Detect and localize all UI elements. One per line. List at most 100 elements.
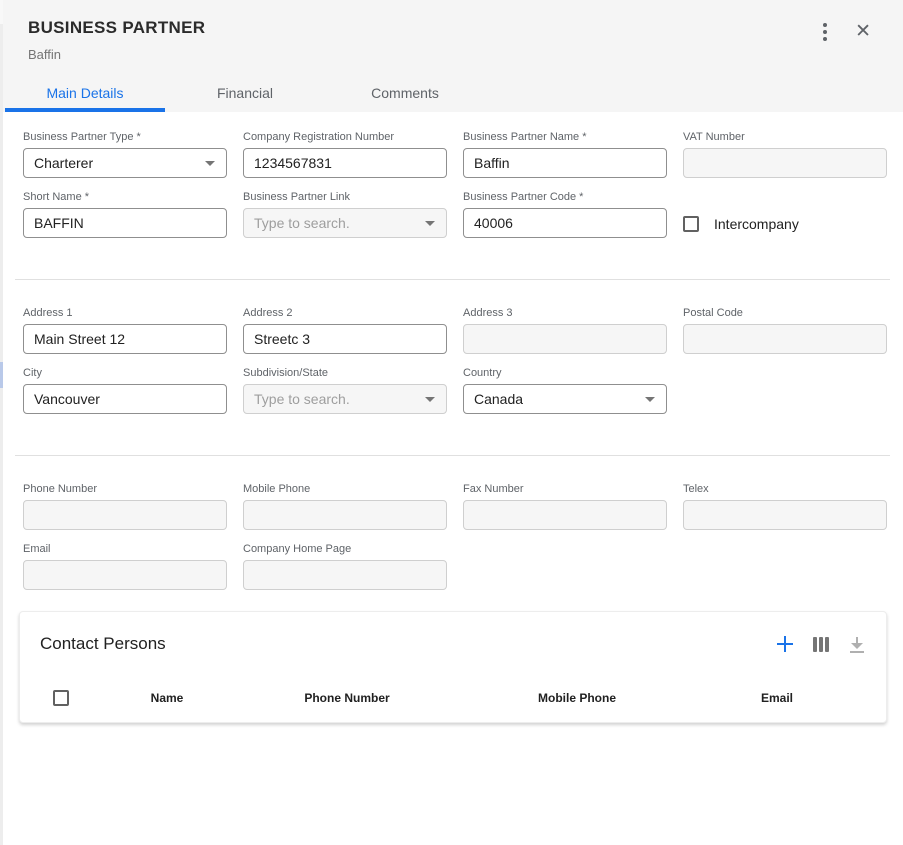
field-fax-number: Fax Number	[463, 483, 667, 530]
postal-code-input[interactable]	[683, 324, 887, 354]
contact-persons-table-header: Name Phone Number Mobile Phone Email	[40, 690, 866, 706]
tab-financial[interactable]: Financial	[165, 74, 325, 112]
field-label: Company Registration Number	[243, 131, 447, 143]
field-country: Country Canada	[463, 367, 667, 414]
export-button[interactable]	[848, 635, 866, 653]
business-partner-dialog: BUSINESS PARTNER Baffin ✕ Main Details F…	[3, 0, 903, 845]
field-business-partner-code: Business Partner Code *	[463, 191, 667, 238]
field-label: City	[23, 367, 227, 379]
intercompany-label[interactable]: Intercompany	[714, 216, 799, 232]
field-label: Fax Number	[463, 483, 667, 495]
company-home-page-input[interactable]	[243, 560, 447, 590]
plus-icon	[776, 635, 794, 653]
columns-icon	[813, 637, 829, 652]
background-page-selected-row-fragment	[0, 362, 3, 388]
vat-number-input[interactable]	[683, 148, 887, 178]
field-subdivision-state: Subdivision/State Type to search.	[243, 367, 447, 414]
field-label: VAT Number	[683, 131, 887, 143]
field-label: Business Partner Link	[243, 191, 447, 203]
field-label: Short Name *	[23, 191, 227, 203]
field-label: Address 2	[243, 307, 447, 319]
select-value: Canada	[474, 391, 523, 407]
fax-number-input[interactable]	[463, 500, 667, 530]
chevron-down-icon	[425, 397, 435, 402]
field-address-2: Address 2	[243, 307, 447, 354]
select-placeholder: Type to search.	[254, 215, 350, 231]
kebab-menu-icon	[823, 23, 827, 41]
mobile-phone-input[interactable]	[243, 500, 447, 530]
dialog-subtitle: Baffin	[28, 47, 879, 62]
phone-number-input[interactable]	[23, 500, 227, 530]
business-partner-name-input[interactable]	[463, 148, 667, 178]
close-button[interactable]: ✕	[855, 22, 871, 41]
dialog-title: BUSINESS PARTNER	[28, 18, 879, 38]
field-label: Postal Code	[683, 307, 887, 319]
dialog-header: BUSINESS PARTNER Baffin ✕ Main Details F…	[3, 0, 903, 112]
column-settings-button[interactable]	[813, 637, 829, 652]
add-contact-button[interactable]	[776, 635, 794, 653]
field-mobile-phone: Mobile Phone	[243, 483, 447, 530]
short-name-input[interactable]	[23, 208, 227, 238]
business-partner-code-input[interactable]	[463, 208, 667, 238]
background-page-edge	[0, 0, 3, 845]
field-intercompany: Intercompany	[683, 216, 887, 232]
field-email: Email	[23, 543, 227, 590]
field-label: Business Partner Code *	[463, 191, 667, 203]
select-all-checkbox[interactable]	[53, 690, 69, 706]
select-value: Charterer	[34, 155, 93, 171]
field-label: Telex	[683, 483, 887, 495]
tab-bar: Main Details Financial Comments	[5, 74, 485, 112]
field-business-partner-name: Business Partner Name *	[463, 131, 667, 178]
more-options-button[interactable]	[823, 23, 827, 41]
country-select[interactable]: Canada	[463, 384, 667, 414]
field-label: Subdivision/State	[243, 367, 447, 379]
address-2-input[interactable]	[243, 324, 447, 354]
business-partner-link-select[interactable]: Type to search.	[243, 208, 447, 238]
field-city: City	[23, 367, 227, 414]
address-1-input[interactable]	[23, 324, 227, 354]
field-vat-number: VAT Number	[683, 131, 887, 178]
background-page-fragment	[0, 0, 3, 24]
subdivision-state-select[interactable]: Type to search.	[243, 384, 447, 414]
chevron-down-icon	[425, 221, 435, 226]
select-placeholder: Type to search.	[254, 391, 350, 407]
address-section: Address 1 Address 2 Address 3 Postal Cod…	[3, 307, 903, 414]
field-address-3: Address 3	[463, 307, 667, 354]
field-business-partner-type: Business Partner Type * Charterer	[23, 131, 227, 178]
field-postal-code: Postal Code	[683, 307, 887, 354]
field-address-1: Address 1	[23, 307, 227, 354]
intercompany-checkbox[interactable]	[683, 216, 699, 232]
contact-persons-card: Contact Persons Name Phone Num	[19, 611, 887, 723]
field-label: Phone Number	[23, 483, 227, 495]
close-icon: ✕	[855, 22, 871, 41]
field-label: Business Partner Type *	[23, 131, 227, 143]
address-3-input[interactable]	[463, 324, 667, 354]
tab-comments[interactable]: Comments	[325, 74, 485, 112]
tab-main-details[interactable]: Main Details	[5, 74, 165, 112]
business-partner-type-select[interactable]: Charterer	[23, 148, 227, 178]
download-icon	[848, 635, 866, 653]
field-label: Address 1	[23, 307, 227, 319]
column-header-name: Name	[82, 691, 252, 705]
field-label: Company Home Page	[243, 543, 447, 555]
field-label: Mobile Phone	[243, 483, 447, 495]
field-label: Email	[23, 543, 227, 555]
field-label: Country	[463, 367, 667, 379]
field-company-home-page: Company Home Page	[243, 543, 447, 590]
field-telex: Telex	[683, 483, 887, 530]
column-header-phone-number: Phone Number	[252, 691, 442, 705]
field-business-partner-link: Business Partner Link Type to search.	[243, 191, 447, 238]
telex-input[interactable]	[683, 500, 887, 530]
section-divider	[15, 279, 890, 280]
field-short-name: Short Name *	[23, 191, 227, 238]
contact-persons-title: Contact Persons	[40, 634, 166, 654]
field-company-registration-number: Company Registration Number	[243, 131, 447, 178]
company-registration-number-input[interactable]	[243, 148, 447, 178]
column-header-email: Email	[712, 691, 842, 705]
city-input[interactable]	[23, 384, 227, 414]
column-header-mobile-phone: Mobile Phone	[442, 691, 712, 705]
section-divider	[15, 455, 890, 456]
chevron-down-icon	[645, 397, 655, 402]
email-input[interactable]	[23, 560, 227, 590]
identity-section: Business Partner Type * Charterer Compan…	[3, 112, 903, 238]
